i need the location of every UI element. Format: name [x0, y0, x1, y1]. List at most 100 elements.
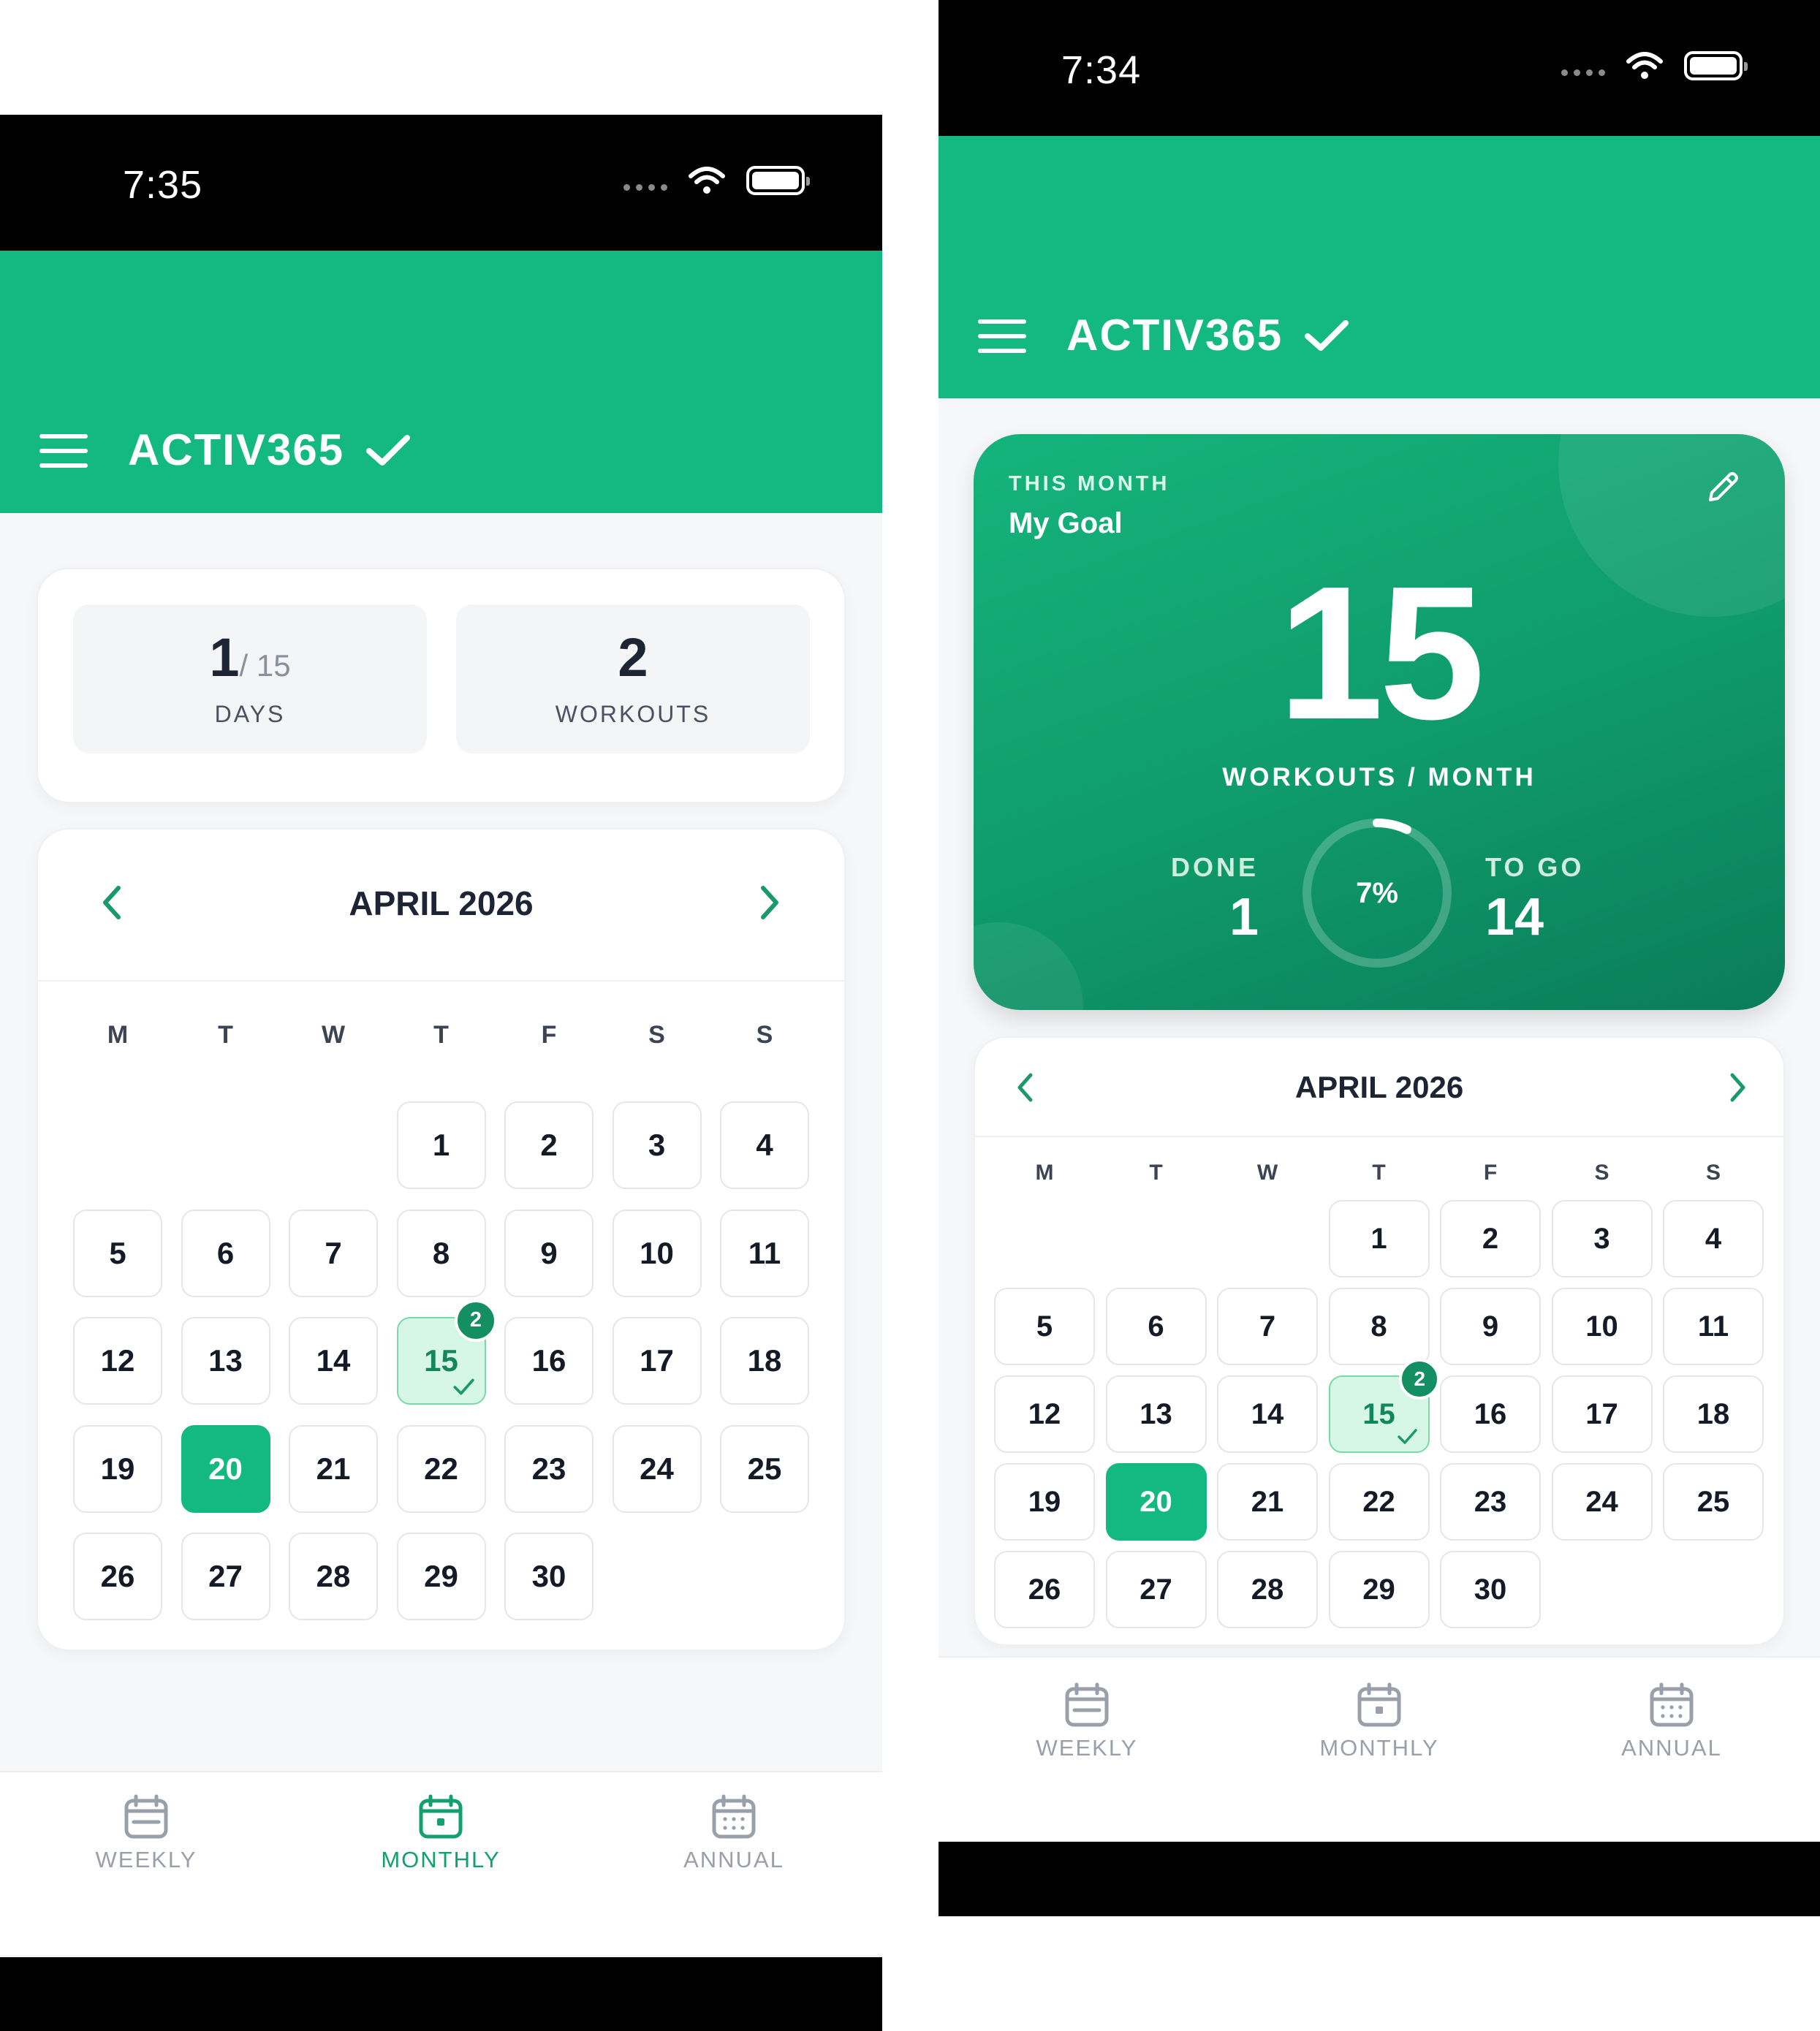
calendar-day[interactable]: 10 [1551, 1288, 1653, 1365]
calendar-day[interactable]: 8 [396, 1209, 486, 1297]
weekday-label: W [321, 1021, 346, 1049]
calendar-day[interactable]: 8 [1328, 1288, 1430, 1365]
app-title: ACTIV365 [128, 425, 411, 475]
tab-annual[interactable]: ANNUAL [1596, 1682, 1747, 1761]
calendar-day[interactable]: 6 [1105, 1288, 1207, 1365]
calendar-day[interactable]: 3 [1551, 1200, 1653, 1278]
weekday-label: T [433, 1021, 449, 1049]
calendar-monthly-icon [419, 1794, 463, 1839]
calendar-day[interactable]: 26 [994, 1551, 1095, 1628]
calendar-weekly-icon [124, 1794, 168, 1839]
calendar-day[interactable]: 18 [1663, 1375, 1764, 1453]
menu-icon[interactable] [39, 434, 88, 468]
calendar-day[interactable]: 25 [720, 1424, 809, 1513]
calendar-day[interactable]: 12 [994, 1375, 1095, 1453]
calendar-day-workout[interactable]: 15 2 [396, 1299, 497, 1405]
calendar-day[interactable]: 19 [994, 1463, 1095, 1541]
calendar-day[interactable]: 9 [1440, 1288, 1541, 1365]
calendar-day[interactable]: 23 [1440, 1463, 1541, 1541]
calendar-day[interactable]: 6 [181, 1209, 270, 1297]
weekday-label: S [756, 1021, 773, 1049]
calendar-day[interactable]: 16 [504, 1317, 594, 1405]
calendar-day[interactable]: 21 [1217, 1463, 1318, 1541]
tab-monthly[interactable]: MONTHLY [1303, 1682, 1456, 1761]
days-total: / 15 [239, 648, 291, 683]
calendar-day[interactable]: 10 [612, 1209, 702, 1297]
calendar-day[interactable]: 29 [1328, 1551, 1430, 1628]
weekday-label: M [107, 1021, 129, 1049]
calendar-day[interactable]: 12 [73, 1317, 162, 1405]
calendar-day[interactable]: 23 [504, 1424, 594, 1513]
calendar-day-today[interactable]: 20 [1105, 1463, 1207, 1541]
calendar-day[interactable]: 2 [504, 1101, 594, 1189]
done-label: DONE [1170, 852, 1259, 882]
calendar-day[interactable]: 28 [1217, 1551, 1318, 1628]
calendar-day[interactable]: 5 [994, 1288, 1095, 1365]
calendar-day[interactable]: 24 [1551, 1463, 1653, 1541]
calendar-month-title: APRIL 2026 [1294, 1070, 1464, 1104]
calendar-day[interactable]: 13 [1105, 1375, 1207, 1453]
calendar-day[interactable]: 13 [181, 1317, 270, 1405]
calendar-day[interactable]: 14 [289, 1317, 378, 1405]
calendar-header: APRIL 2026 [975, 1038, 1783, 1137]
app-title-text: ACTIV365 [1066, 311, 1284, 360]
calendar-day[interactable]: 27 [181, 1533, 270, 1620]
calendar-day-workout[interactable]: 15 2 [1328, 1358, 1441, 1453]
calendar-monthly-icon [1357, 1682, 1401, 1727]
battery-icon [746, 166, 810, 195]
calendar-day[interactable]: 19 [73, 1424, 162, 1513]
calendar-day[interactable]: 29 [396, 1533, 486, 1620]
tab-monthly-label: MONTHLY [381, 1847, 501, 1872]
calendar-day[interactable]: 9 [504, 1209, 594, 1297]
calendar-day[interactable]: 4 [720, 1101, 809, 1189]
status-icons [623, 166, 810, 195]
phone-screen-monthly: 7:35 ACTIV365 1/ 15 DAYS 2 WORKOUTS APRI… [0, 115, 882, 2031]
tab-annual[interactable]: ANNUAL [661, 1794, 807, 1873]
tab-weekly-label: WEEKLY [1036, 1735, 1138, 1761]
calendar-day[interactable]: 22 [1328, 1463, 1430, 1541]
calendar-day[interactable]: 25 [1663, 1463, 1764, 1541]
calendar-day[interactable]: 5 [73, 1209, 162, 1297]
calendar-day[interactable]: 30 [504, 1533, 594, 1620]
home-indicator-area [939, 1842, 1820, 1916]
calendar-day[interactable]: 17 [612, 1317, 702, 1405]
weekday-label: S [1705, 1161, 1721, 1185]
calendar-day[interactable]: 24 [612, 1424, 702, 1513]
calendar-day[interactable]: 4 [1663, 1200, 1764, 1278]
edit-pencil-icon[interactable] [1705, 469, 1741, 509]
tab-annual-label: ANNUAL [683, 1847, 784, 1872]
calendar-day[interactable]: 26 [73, 1533, 162, 1620]
tab-weekly-label: WEEKLY [95, 1847, 197, 1872]
calendar-day[interactable]: 18 [720, 1317, 809, 1405]
battery-icon [1684, 51, 1748, 80]
calendar-day[interactable]: 27 [1105, 1551, 1207, 1628]
togo-value: 14 [1485, 888, 1544, 946]
calendar-day[interactable]: 16 [1440, 1375, 1541, 1453]
goal-title: My Goal [1009, 507, 1123, 539]
calendar-day[interactable]: 3 [612, 1101, 702, 1189]
calendar-day[interactable]: 1 [1328, 1200, 1430, 1278]
calendar-day[interactable]: 22 [396, 1424, 486, 1513]
next-month-chevron-icon[interactable] [1726, 1071, 1748, 1107]
next-month-chevron-icon[interactable] [757, 884, 782, 925]
calendar-day-today[interactable]: 20 [181, 1424, 270, 1513]
calendar-day[interactable]: 17 [1551, 1375, 1653, 1453]
tab-weekly[interactable]: WEEKLY [1012, 1682, 1162, 1761]
calendar-day[interactable]: 30 [1440, 1551, 1541, 1628]
tab-weekly[interactable]: WEEKLY [73, 1794, 219, 1873]
calendar-day[interactable]: 2 [1440, 1200, 1541, 1278]
calendar-day[interactable]: 7 [1217, 1288, 1318, 1365]
calendar-day[interactable]: 11 [720, 1209, 809, 1297]
calendar-day[interactable]: 1 [396, 1101, 486, 1189]
weekday-label: F [1483, 1161, 1498, 1185]
calendar-day[interactable]: 14 [1217, 1375, 1318, 1453]
calendar-day[interactable]: 7 [289, 1209, 378, 1297]
workouts-value: 2 [618, 627, 648, 688]
menu-icon[interactable] [978, 319, 1026, 353]
calendar-day[interactable]: 28 [289, 1533, 378, 1620]
calendar-annual-icon [712, 1794, 756, 1839]
calendar-day[interactable]: 11 [1663, 1288, 1764, 1365]
tab-monthly[interactable]: MONTHLY [365, 1794, 516, 1873]
calendar-day[interactable]: 21 [289, 1424, 378, 1513]
goal-unit-label: WORKOUTS / MONTH [1222, 763, 1536, 791]
